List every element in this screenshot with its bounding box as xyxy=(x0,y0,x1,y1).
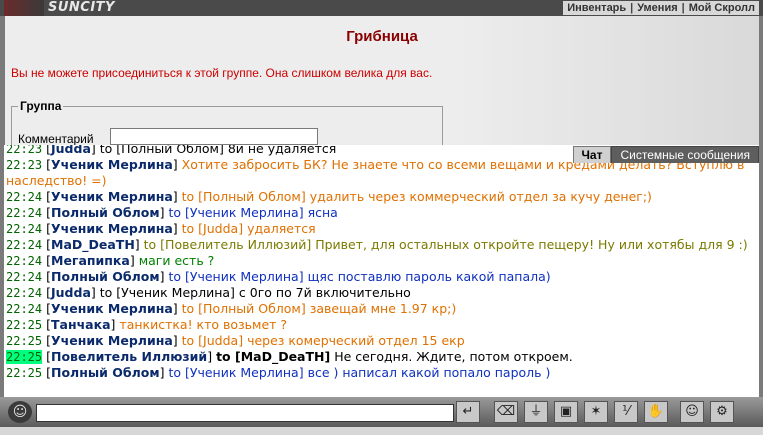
bottom-toolbar: ☺ ↵ ⌫ ⏚ ▣ ✶ ⅟ ✋ ☺ ⚙ xyxy=(0,397,763,435)
chat-time: 22:24 xyxy=(6,286,43,300)
chat-time: 22:24 xyxy=(6,302,43,316)
chat-recipient[interactable]: to [Judda] xyxy=(182,333,243,348)
tab-system-messages[interactable]: Системные сообщения xyxy=(611,146,759,163)
chat-text: ясна xyxy=(307,205,338,220)
chat-text: Не сегодня. Ждите, потом откроем. xyxy=(334,349,573,364)
chat-text: танкистка! кто возьмет ? xyxy=(119,317,288,332)
chat-recipient[interactable]: to [MaD_DeaTH] xyxy=(216,349,330,364)
smile-icon[interactable]: ☺ xyxy=(680,401,704,423)
chat-time: 22:24 xyxy=(6,206,43,220)
logo-text: SUNCITY xyxy=(48,0,115,15)
chat-nick[interactable]: [Мегапипка] xyxy=(46,253,135,268)
group-fieldset: Группа Комментарий xyxy=(11,99,443,145)
chat-log[interactable]: 22:23 [Judda] to [Полный Облом] 8и не уд… xyxy=(0,145,763,397)
chat-nick[interactable]: [MaD_DeaTH] xyxy=(46,237,140,252)
main-panel: Грибница Вы не можете присоединиться к э… xyxy=(0,16,763,145)
chat-text: через комерческий отдел 15 екр xyxy=(247,333,465,348)
top-menu: Инвентарь | Умения | Мой Скролл xyxy=(563,1,759,15)
chat-recipient[interactable]: to [Полный Облом] xyxy=(182,301,306,316)
chat-nick[interactable]: [Полный Облом] xyxy=(46,365,164,380)
chat-text: удаляется xyxy=(247,221,316,236)
comment-input[interactable] xyxy=(110,128,318,145)
eraser-icon[interactable]: ⌫ xyxy=(494,401,518,423)
crest-icon xyxy=(4,0,44,16)
chat-text: удалить через коммерческий отдел за кучу… xyxy=(309,189,652,204)
chat-text: все ) написал какой попало пароль ) xyxy=(307,365,551,380)
chat-nick[interactable]: [Ученик Мерлина] xyxy=(46,221,178,236)
hand-icon[interactable]: ✋ xyxy=(644,401,668,423)
chat-time: 22:24 xyxy=(6,270,43,284)
chat-time: 22:25 xyxy=(6,350,43,364)
page-title: Грибница xyxy=(346,28,418,45)
chat-line: 22:24 [Ученик Мерлина] to [Полный Облом]… xyxy=(6,189,756,205)
chat-line: 22:25 [Танчака] танкистка! кто возьмет ? xyxy=(6,317,756,333)
chat-recipient[interactable]: to [Полный Облом] xyxy=(182,189,306,204)
chat-text: Привет, для остальных откройте пещеру! Н… xyxy=(315,237,748,252)
chat-nick[interactable]: [Ученик Мерлина] xyxy=(46,333,178,348)
chat-message-input[interactable] xyxy=(36,404,454,422)
bottom-rule xyxy=(0,427,763,435)
settings-icon[interactable]: ⚙ xyxy=(710,401,734,423)
chat-time: 22:24 xyxy=(6,190,43,204)
chat-text: маги есть ? xyxy=(138,253,215,268)
group-legend: Группа xyxy=(20,99,62,113)
chat-time: 22:24 xyxy=(6,238,43,252)
parity-icon[interactable]: ⅟ xyxy=(614,401,638,423)
chat-line: 22:25 [Полный Облом] to [Ученик Мерлина]… xyxy=(6,365,756,381)
tab-chat[interactable]: Чат xyxy=(572,146,612,163)
menu-my-scroll[interactable]: Мой Скролл xyxy=(689,2,755,14)
save-icon[interactable]: ▣ xyxy=(554,401,578,423)
chat-nick[interactable]: [Повелитель Иллюзий] xyxy=(46,349,212,364)
chat-line: 22:24 [Judda] to [Ученик Мерлина] с 0го … xyxy=(6,285,756,301)
chat-recipient[interactable]: to [Полный Облом] xyxy=(100,145,224,156)
chat-text: щяс поставлю пароль какой папала) xyxy=(307,269,551,284)
chat-nick[interactable]: [Ученик Мерлина] xyxy=(46,157,178,172)
chat-time: 22:25 xyxy=(6,334,43,348)
chat-line: 22:25 [Ученик Мерлина] to [Judda] через … xyxy=(6,333,756,349)
chat-time: 22:25 xyxy=(6,318,43,332)
chat-recipient[interactable]: to [Ученик Мерлина] xyxy=(100,285,235,300)
chat-nick[interactable]: [Полный Облом] xyxy=(46,205,164,220)
chat-time: 22:23 xyxy=(6,145,43,156)
chat-text: с 0го по 7й включительно xyxy=(238,285,411,300)
chat-line: 22:24 [Мегапипка] маги есть ? xyxy=(6,253,756,269)
chat-nick[interactable]: [Judda] xyxy=(46,285,96,300)
fight-icon[interactable]: ✶ xyxy=(584,401,608,423)
comment-label: Комментарий xyxy=(18,132,94,145)
menu-skills[interactable]: Умения xyxy=(637,2,677,14)
chat-line: 22:24 [Полный Облом] to [Ученик Мерлина]… xyxy=(6,269,756,285)
chat-line: 22:24 [Ученик Мерлина] to [Judda] удаляе… xyxy=(6,221,756,237)
chat-line: 22:24 [MaD_DeaTH] to [Повелитель Иллюзий… xyxy=(6,237,756,253)
chat-line: 22:24 [Полный Облом] to [Ученик Мерлина]… xyxy=(6,205,756,221)
chat-line: 22:24 [Ученик Мерлина] to [Полный Облом]… xyxy=(6,301,756,317)
chat-tabs: Чат Системные сообщения xyxy=(572,146,759,163)
enter-icon[interactable]: ↵ xyxy=(456,401,480,423)
chat-text: завещай мне 1.97 кр;) xyxy=(309,301,457,316)
chat-time: 22:25 xyxy=(6,366,43,380)
chat-time: 22:24 xyxy=(6,254,43,268)
chat-recipient[interactable]: to [Повелитель Иллюзий] xyxy=(144,237,312,252)
face-icon[interactable]: ☺ xyxy=(8,401,32,423)
menu-separator: | xyxy=(630,2,634,14)
chat-nick[interactable]: [Танчака] xyxy=(46,317,115,332)
chat-nick[interactable]: [Полный Облом] xyxy=(46,269,164,284)
chat-time: 22:24 xyxy=(6,222,43,236)
chat-recipient[interactable]: to [Ученик Мерлина] xyxy=(168,365,303,380)
warning-message: Вы не можете присоединиться к этой групп… xyxy=(11,66,433,80)
chat-nick[interactable]: [Ученик Мерлина] xyxy=(46,189,178,204)
chat-recipient[interactable]: to [Ученик Мерлина] xyxy=(168,205,303,220)
chat-recipient[interactable]: to [Judda] xyxy=(182,221,243,236)
chat-nick[interactable]: [Judda] xyxy=(46,145,96,156)
suncity-logo: SUNCITY xyxy=(4,0,154,16)
filter-icon[interactable]: ⏚ xyxy=(524,401,548,423)
chat-nick[interactable]: [Ученик Мерлина] xyxy=(46,301,178,316)
chat-time: 22:23 xyxy=(6,158,43,172)
chat-text: 8и не удаляется xyxy=(227,145,337,156)
menu-separator: | xyxy=(681,2,685,14)
menu-inventory[interactable]: Инвентарь xyxy=(567,2,626,14)
top-bar: SUNCITY Инвентарь | Умения | Мой Скролл xyxy=(0,0,763,16)
chat-line: 22:25 [Повелитель Иллюзий] to [MaD_DeaTH… xyxy=(6,349,756,365)
chat-lines: 22:23 [Judda] to [Полный Облом] 8и не уд… xyxy=(6,145,756,381)
chat-recipient[interactable]: to [Ученик Мерлина] xyxy=(168,269,303,284)
